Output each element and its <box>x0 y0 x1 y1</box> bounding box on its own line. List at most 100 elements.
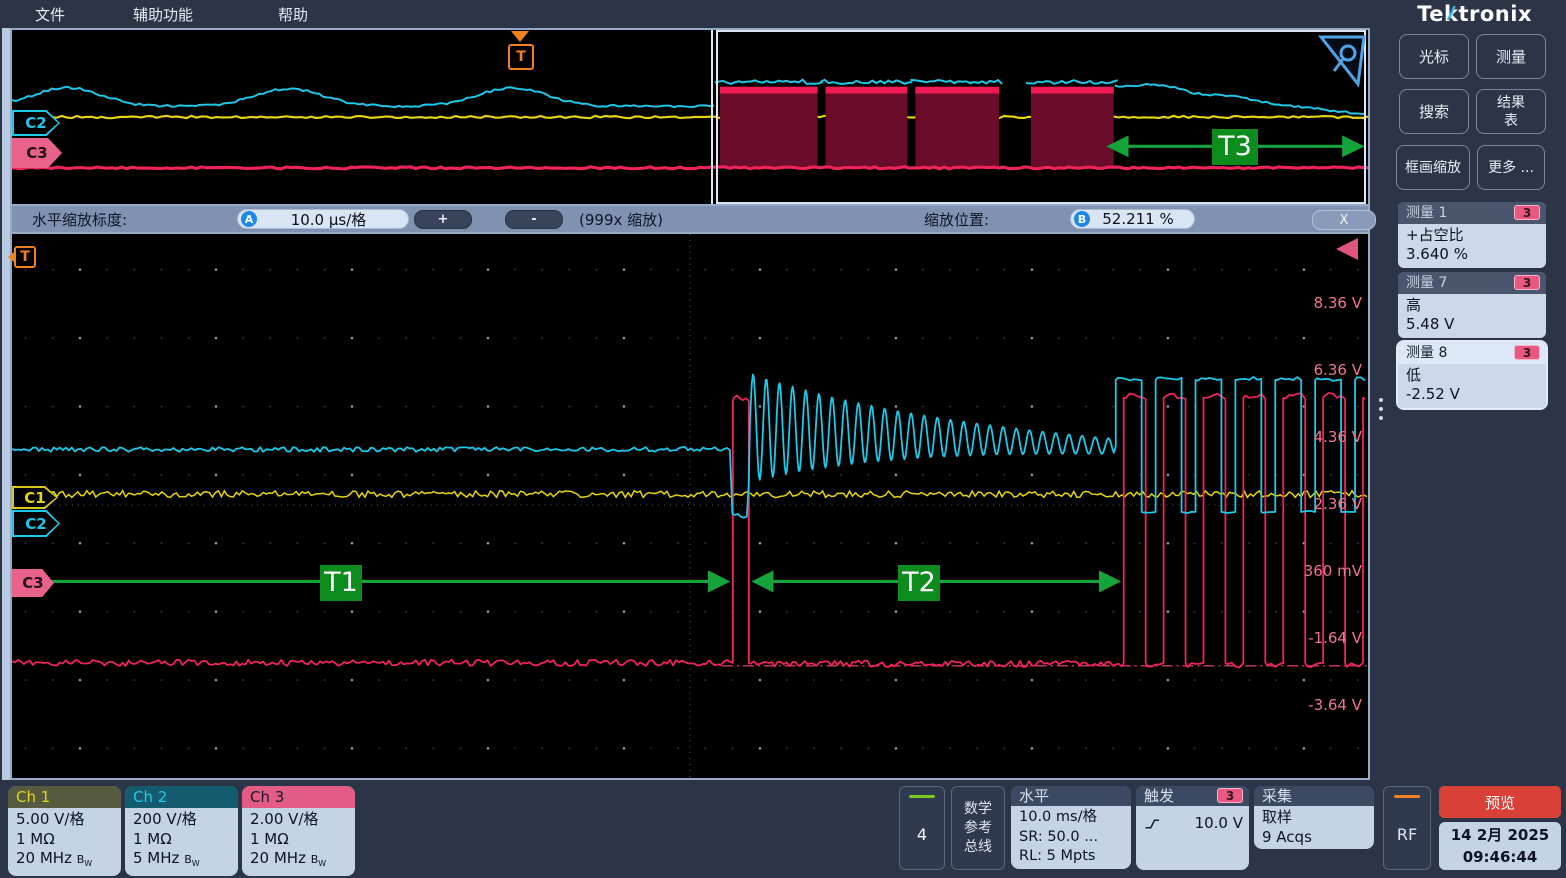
rf-color-line <box>1394 795 1420 798</box>
ch3-trace <box>12 393 1365 668</box>
menu-bar: 文件 辅助功能 帮助 Tektronix <box>0 0 1566 28</box>
measurement-card-7[interactable]: 测量 7 3 高 5.48 V <box>1398 272 1546 338</box>
rising-edge-icon <box>1144 816 1161 832</box>
zoom-position-value: 52.211 % <box>1090 210 1194 228</box>
measurement-card-8[interactable]: 测量 8 3 低 -2.52 V <box>1398 342 1546 408</box>
horizontal-badge[interactable]: 水平 10.0 ms/格 SR: 50.0 ... RL: 5 Mpts <box>1011 786 1131 869</box>
rf-button[interactable]: RF <box>1383 786 1431 870</box>
channel-3-badge[interactable]: Ch 3 2.00 V/格 1 MΩ 20 MHz BW <box>242 786 355 876</box>
t3-label: T3 <box>1212 129 1258 165</box>
math-ref-bus-button[interactable]: 数学 参考 总线 <box>951 786 1005 870</box>
knob-b-icon: B <box>1074 211 1090 227</box>
datetime-display: 14 2月 2025 09:46:44 <box>1439 822 1561 870</box>
t1-label: T1 <box>320 565 362 601</box>
channel-2-impedance: 1 MΩ <box>133 830 232 850</box>
measurement-1-name: +占空比 <box>1406 226 1538 245</box>
measurement-1-value: 3.640 % <box>1406 245 1538 264</box>
logo-k: k <box>1444 2 1458 26</box>
channel-2-badge[interactable]: Ch 2 200 V/格 1 MΩ 5 MHz BW <box>125 786 238 876</box>
ref-label: 参考 <box>952 819 1004 838</box>
channel-1-badge[interactable]: Ch 1 5.00 V/格 1 MΩ 20 MHz BW <box>8 786 121 876</box>
scale-label-1: 8.36 V <box>1282 294 1362 312</box>
rf-label: RF <box>1384 825 1430 844</box>
date-text: 14 2月 2025 <box>1451 824 1550 846</box>
oscilloscope-screen: 文件 辅助功能 帮助 Tektronix T C2 C3 <box>0 0 1566 878</box>
trigger-level: 10.0 V <box>1195 814 1243 834</box>
measurement-card-1[interactable]: 测量 1 3 +占空比 3.640 % <box>1398 202 1546 268</box>
scale-label-3: 4.36 V <box>1282 428 1362 446</box>
scale-label-4: 2.36 V <box>1282 495 1362 513</box>
zoom-window-left-edge[interactable] <box>711 30 713 204</box>
trigger-marker-main[interactable]: T <box>14 246 36 268</box>
zoom-factor-label: (999x 缩放) <box>579 209 663 230</box>
sidebar-button-search[interactable]: 搜索 <box>1399 89 1469 134</box>
menu-item-help[interactable]: 帮助 <box>278 4 308 25</box>
measurement-7-name: 高 <box>1406 296 1538 315</box>
measurement-8-name: 低 <box>1406 366 1538 385</box>
trigger-marker-overview[interactable]: T <box>508 44 534 70</box>
sidebar-button-results-table[interactable]: 结果 表 <box>1476 89 1546 134</box>
preview-button[interactable]: 预览 <box>1439 786 1561 818</box>
channel-1-scale: 5.00 V/格 <box>16 810 115 830</box>
measurement-7-title: 测量 7 3 <box>1398 272 1546 294</box>
logo-post: tronix <box>1458 2 1532 26</box>
digital-channel-badge[interactable]: 4 <box>899 786 945 870</box>
logo-pre: Te <box>1417 2 1444 26</box>
menu-item-file[interactable]: 文件 <box>35 4 65 25</box>
menu-item-utility[interactable]: 辅助功能 <box>133 4 193 25</box>
zoom-scale-value: 10.0 µs/格 <box>257 209 408 230</box>
channel-1-bandwidth: 20 MHz BW <box>16 849 115 874</box>
zoom-out-button[interactable]: - <box>505 210 563 229</box>
horizontal-title: 水平 <box>1011 786 1131 806</box>
zoom-position-knob[interactable]: B 52.211 % <box>1070 209 1195 229</box>
channel-3-bandwidth: 20 MHz BW <box>250 849 349 874</box>
t2-label: T2 <box>898 565 940 601</box>
bus-label: 总线 <box>952 838 1004 857</box>
time-text: 09:46:44 <box>1463 846 1538 868</box>
zoom-scale-knob[interactable]: A 10.0 µs/格 <box>237 209 409 229</box>
measurement-8-title: 测量 8 3 <box>1398 342 1546 364</box>
scale-label-5: 360 mV <box>1282 562 1362 580</box>
channel-1-label: Ch 1 <box>8 786 121 808</box>
sidebar-button-measure[interactable]: 测量 <box>1476 34 1546 79</box>
trigger-source-badge: 3 <box>1217 788 1243 803</box>
ch2-flag-label: C2 <box>14 512 58 535</box>
zoom-in-button[interactable]: + <box>414 210 472 229</box>
measurement-1-title: 测量 1 3 <box>1398 202 1546 224</box>
horizontal-record-length: RL: 5 Mpts <box>1019 847 1125 867</box>
left-frame-strip <box>2 28 10 780</box>
sidebar-button-cursors[interactable]: 光标 <box>1399 34 1469 79</box>
channel-2-scale: 200 V/格 <box>133 810 232 830</box>
acquisition-badge[interactable]: 采集 取样 9 Acqs <box>1254 786 1374 849</box>
acquisition-title: 采集 <box>1254 786 1374 806</box>
ch1-flag-label: C1 <box>14 488 56 507</box>
channel-3-label: Ch 3 <box>242 786 355 808</box>
panel-drag-handle[interactable] <box>1379 398 1383 420</box>
tektronix-logo: Tektronix <box>1417 2 1532 26</box>
channel-3-impedance: 1 MΩ <box>250 830 349 850</box>
zoom-scale-label: 水平缩放标度: <box>32 209 127 230</box>
channel-1-impedance: 1 MΩ <box>16 830 115 850</box>
channel-2-label: Ch 2 <box>125 786 238 808</box>
digital-channel-color-line <box>909 795 935 798</box>
overview-ch2-flag-label: C2 <box>14 112 58 134</box>
zoom-position-label: 缩放位置: <box>924 209 989 230</box>
zoom-window[interactable] <box>716 30 1366 204</box>
trigger-badge[interactable]: 触发 3 10.0 V <box>1136 786 1249 870</box>
trigger-level-offscreen-arrow-icon[interactable] <box>1336 238 1358 260</box>
channel-2-bandwidth: 5 MHz BW <box>133 849 232 874</box>
trigger-position-arrow-icon[interactable] <box>511 31 529 42</box>
acquisition-mode: 取样 <box>1262 808 1368 828</box>
sidebar-button-more[interactable]: 更多 ... <box>1477 145 1545 190</box>
sidebar-button-draw-zoom[interactable]: 框画缩放 <box>1396 145 1470 190</box>
zoom-magnifier-icon[interactable] <box>1318 34 1368 88</box>
main-graticule <box>10 232 1370 780</box>
scale-label-7: -3.64 V <box>1282 696 1362 714</box>
zoom-close-button[interactable]: X <box>1312 210 1376 230</box>
scale-label-6: -1.64 V <box>1282 629 1362 647</box>
measurement-1-source-badge: 3 <box>1514 205 1540 220</box>
channel-3-scale: 2.00 V/格 <box>250 810 349 830</box>
measurement-7-value: 5.48 V <box>1406 315 1538 334</box>
horizontal-sample-rate: SR: 50.0 ... <box>1019 828 1125 848</box>
measurement-8-source-badge: 3 <box>1514 345 1540 360</box>
